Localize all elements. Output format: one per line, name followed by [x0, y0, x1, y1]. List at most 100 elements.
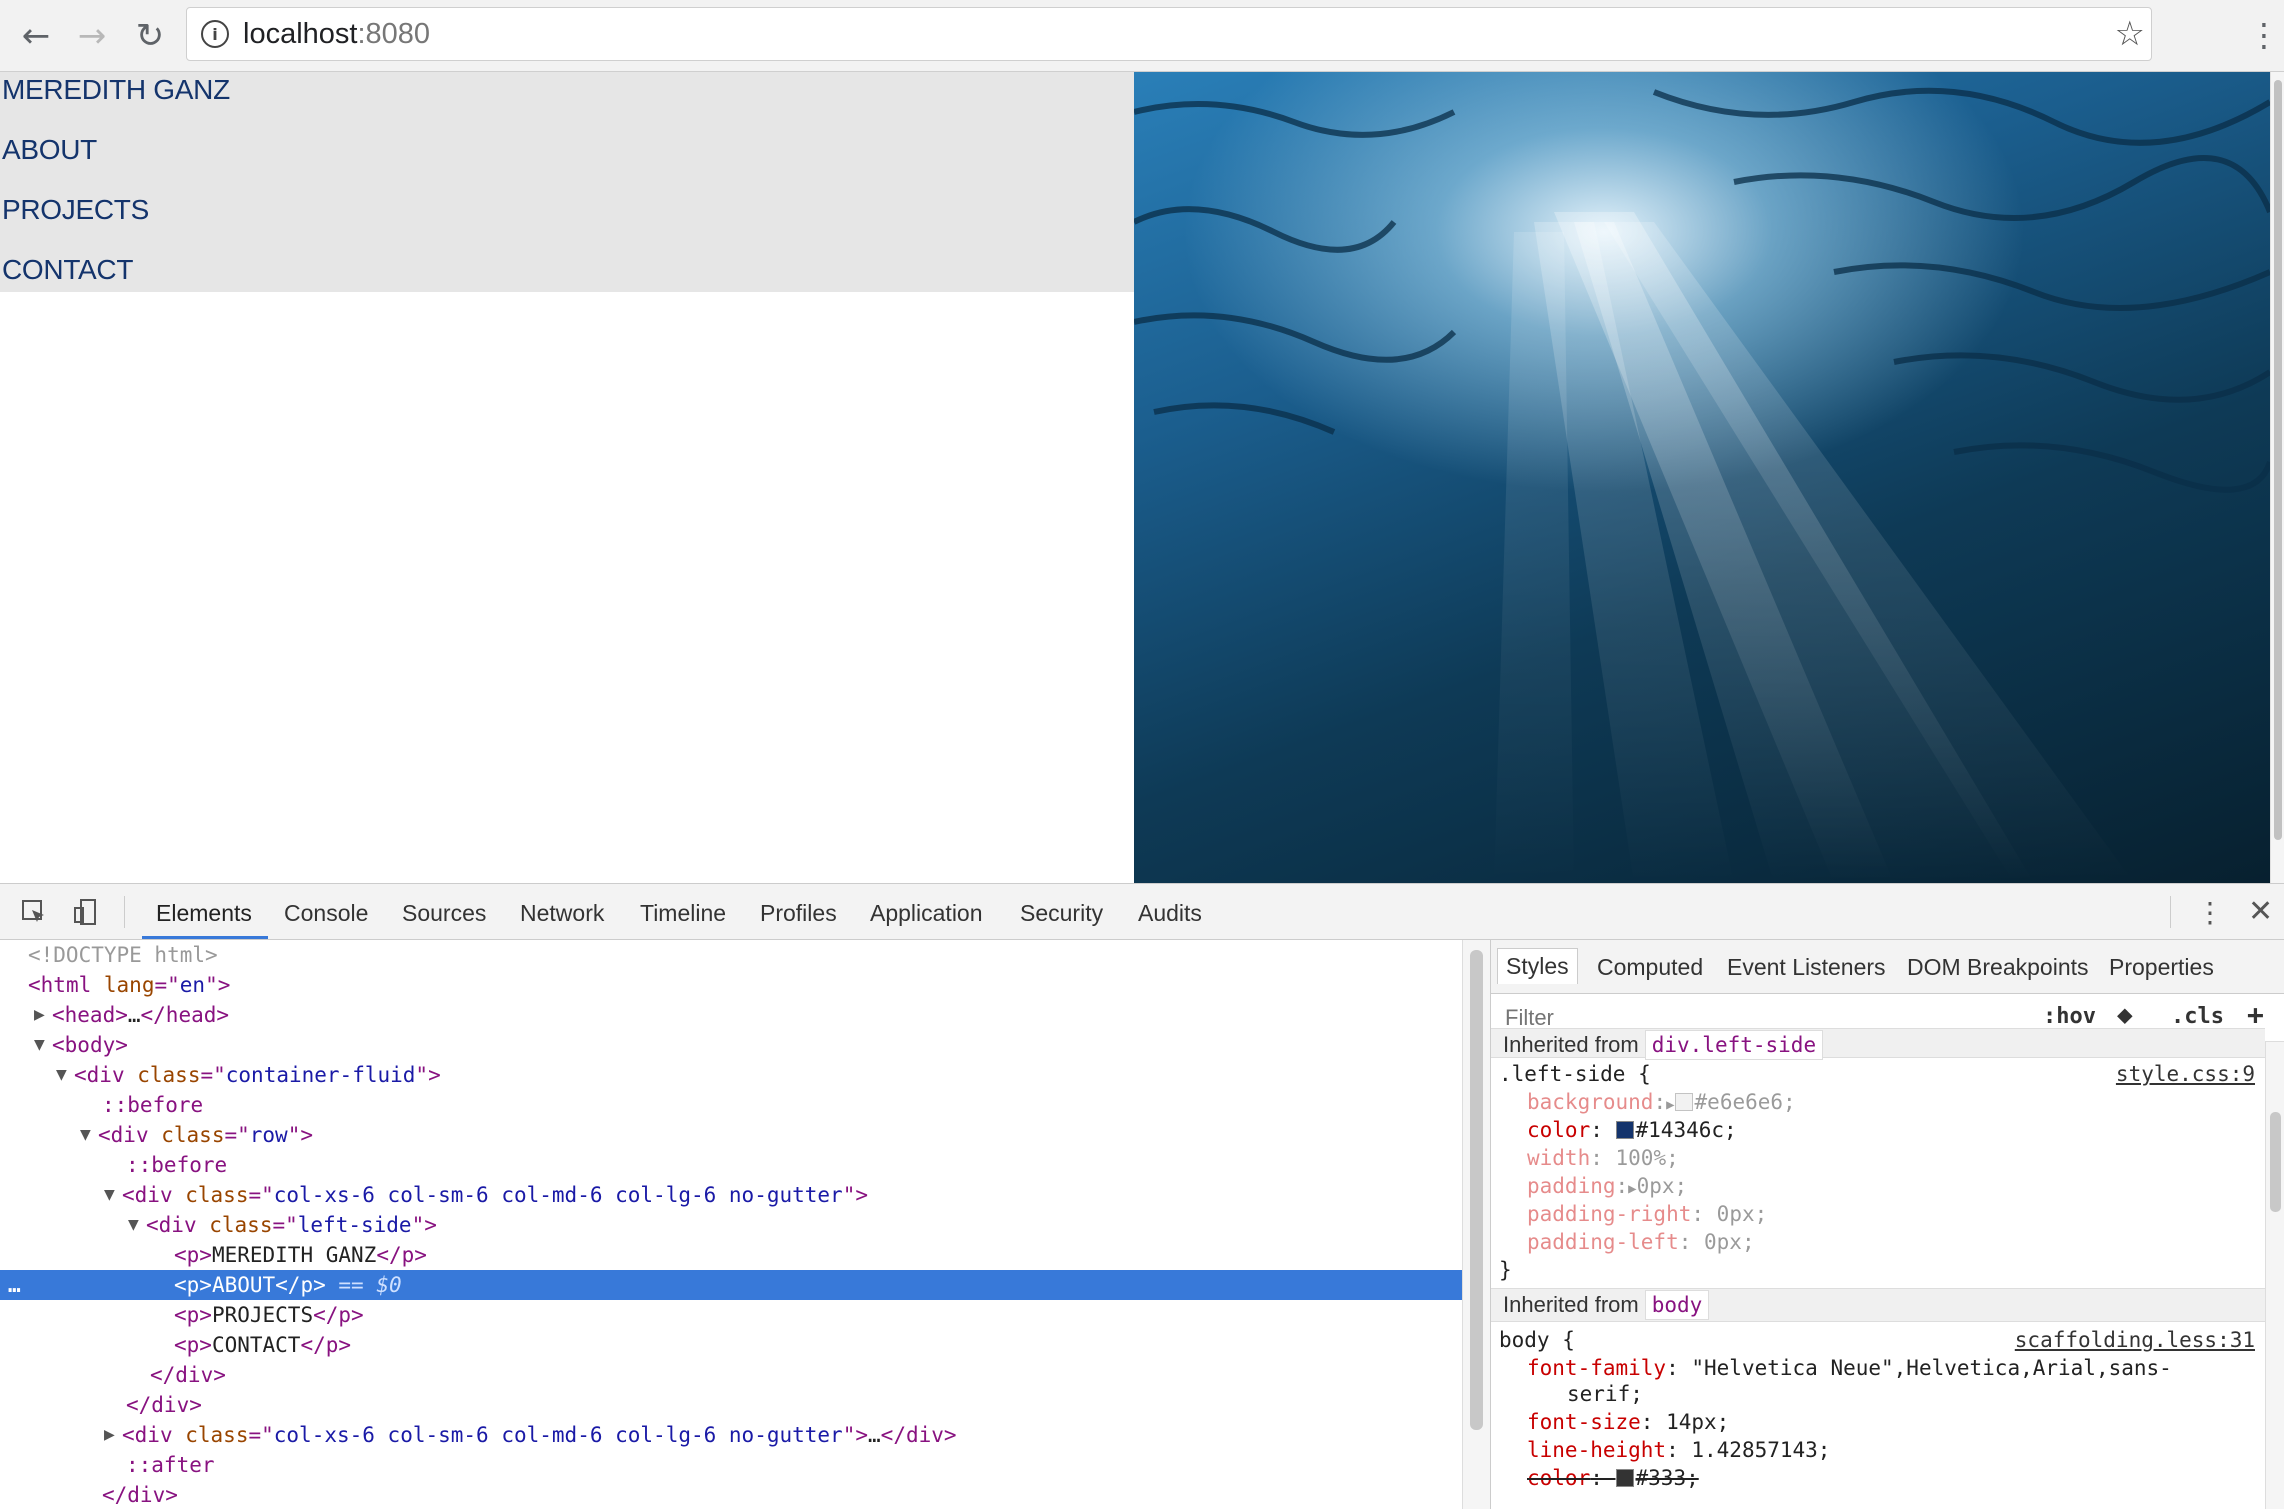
color-swatch[interactable]: [1615, 1469, 1634, 1487]
selected-row-menu-icon[interactable]: …: [8, 1270, 21, 1300]
dom-line-head[interactable]: ▶ <head>…</head>: [0, 1000, 1462, 1030]
source-link-scaffolding-less[interactable]: scaffolding.less:31: [2015, 1326, 2255, 1354]
tab-network[interactable]: Network: [520, 900, 604, 927]
dom-tree-scrollbar[interactable]: [1462, 940, 1490, 1509]
collapse-triangle-icon[interactable]: ▼: [80, 1120, 91, 1150]
nav-link-projects[interactable]: PROJECTS: [2, 192, 149, 228]
prop-padding-left[interactable]: padding-left: 0px;: [1527, 1228, 1755, 1256]
tab-profiles[interactable]: Profiles: [760, 900, 837, 927]
back-arrow-icon[interactable]: ←: [14, 14, 58, 58]
class-attr: class: [209, 1213, 273, 1237]
dom-tree-scrollbar-thumb[interactable]: [1470, 950, 1483, 1430]
tab-styles[interactable]: Styles: [1497, 948, 1578, 984]
dom-line-close-col[interactable]: </div>: [0, 1390, 1462, 1420]
dom-line-close-left-side[interactable]: </div>: [0, 1360, 1462, 1390]
prop-value: #e6e6e6: [1694, 1090, 1784, 1114]
dom-line-body[interactable]: ▼ <body>: [0, 1030, 1462, 1060]
page-scrollbar[interactable]: [2270, 72, 2284, 883]
dom-line-before-2[interactable]: ::before: [0, 1150, 1462, 1180]
dom-line-container[interactable]: ▼ <div class="container-fluid">: [0, 1060, 1462, 1090]
collapse-triangle-icon[interactable]: ▼: [104, 1180, 115, 1210]
nav-link-meredith-ganz[interactable]: MEREDITH GANZ: [2, 72, 230, 108]
tab-audits[interactable]: Audits: [1138, 900, 1202, 927]
dom-line-p-contact[interactable]: <p>CONTACT</p>: [0, 1330, 1462, 1360]
dom-line-doctype[interactable]: <!DOCTYPE html>: [0, 940, 1462, 970]
device-toolbar-icon[interactable]: [72, 898, 100, 926]
tab-security[interactable]: Security: [1020, 900, 1103, 927]
dom-line-left-side[interactable]: ▼ <div class="left-side">: [0, 1210, 1462, 1240]
tab-dom-breakpoints[interactable]: DOM Breakpoints: [1907, 954, 2089, 981]
kebab-menu-icon[interactable]: ⋮: [2248, 16, 2280, 54]
inherited-chip-left-side[interactable]: div.left-side: [1644, 1030, 1824, 1060]
prop-value: 0px;: [1636, 1174, 1688, 1198]
tab-application[interactable]: Application: [870, 900, 983, 927]
tab-console[interactable]: Console: [284, 900, 368, 927]
prop-line-height[interactable]: line-height: 1.42857143;: [1527, 1436, 1830, 1464]
prop-font-size[interactable]: font-size: 14px;: [1527, 1408, 1729, 1436]
inherited-chip-body[interactable]: body: [1644, 1290, 1710, 1320]
tab-timeline[interactable]: Timeline: [640, 900, 726, 927]
expand-triangle-icon[interactable]: ▶: [104, 1420, 115, 1450]
dom-line-row[interactable]: ▼ <div class="row">: [0, 1120, 1462, 1150]
expand-triangle-icon[interactable]: ▶: [1666, 1097, 1674, 1113]
div-tag: div: [110, 1123, 149, 1147]
styles-scrollbar-thumb[interactable]: [2270, 1112, 2281, 1212]
div-tag: div: [134, 1423, 173, 1447]
expand-triangle-icon[interactable]: ▶: [1628, 1181, 1636, 1197]
styles-scrollbar[interactable]: [2265, 1042, 2284, 1509]
collapse-triangle-icon[interactable]: ▼: [128, 1210, 139, 1240]
collapse-triangle-icon[interactable]: ▼: [56, 1060, 67, 1090]
p-text: MEREDITH GANZ: [211, 1243, 377, 1267]
dom-line-before[interactable]: ::before: [0, 1090, 1462, 1120]
source-link-style-css[interactable]: style.css:9: [2116, 1060, 2255, 1088]
selected-node-ref: == $0: [338, 1273, 402, 1297]
tab-properties[interactable]: Properties: [2109, 954, 2214, 981]
devtools-more-icon[interactable]: ⋮: [2196, 896, 2224, 929]
color-swatch[interactable]: [1674, 1093, 1693, 1111]
page-scrollbar-thumb[interactable]: [2274, 80, 2282, 840]
prop-font-family-wrap: serif;: [1567, 1382, 1643, 1406]
reload-icon[interactable]: ↻: [128, 14, 172, 58]
rule-left-side-selector[interactable]: .left-side {style.css:9: [1499, 1060, 2259, 1088]
prop-padding-right[interactable]: padding-right: 0px;: [1527, 1200, 1767, 1228]
address-bar[interactable]: i localhost:8080 ☆: [186, 7, 2152, 61]
prop-color-overridden[interactable]: color: #333;: [1527, 1464, 1699, 1492]
devtools-close-icon[interactable]: ✕: [2248, 894, 2273, 929]
dom-line-p-about-selected[interactable]: … <p>ABOUT</p> == $0: [0, 1270, 1462, 1300]
tab-sources[interactable]: Sources: [402, 900, 486, 927]
prop-padding[interactable]: padding:▶0px;: [1527, 1172, 1687, 1200]
devtools-tabbar: Elements Console Sources Network Timelin…: [0, 884, 2284, 940]
dom-line-col-2[interactable]: ▶ <div class="col-xs-6 col-sm-6 col-md-6 …: [0, 1420, 1462, 1450]
dom-line-p-meredith[interactable]: <p>MEREDITH GANZ</p>: [0, 1240, 1462, 1270]
tab-computed[interactable]: Computed: [1597, 954, 1703, 981]
prop-width[interactable]: width: 100%;: [1527, 1144, 1679, 1172]
element-classes-diamond-icon[interactable]: ◆: [2117, 1000, 2133, 1030]
dom-line-p-projects[interactable]: <p>PROJECTS</p>: [0, 1300, 1462, 1330]
new-style-rule-plus-icon[interactable]: +: [2247, 998, 2264, 1031]
prop-color[interactable]: color: #14346c;: [1527, 1116, 1737, 1144]
nav-link-about[interactable]: ABOUT: [2, 132, 97, 168]
nav-link-contact[interactable]: CONTACT: [2, 252, 133, 288]
dom-line-col-1[interactable]: ▼ <div class="col-xs-6 col-sm-6 col-md-6 …: [0, 1180, 1462, 1210]
expand-triangle-icon[interactable]: ▶: [34, 1000, 45, 1030]
tab-event-listeners[interactable]: Event Listeners: [1727, 954, 1886, 981]
info-icon[interactable]: i: [201, 20, 229, 48]
prop-font-family[interactable]: font-family: "Helvetica Neue",Helvetica,…: [1527, 1354, 2172, 1382]
dom-line-close-row[interactable]: </div>: [0, 1480, 1462, 1509]
tab-elements[interactable]: Elements: [156, 900, 252, 927]
active-tab-indicator: [142, 936, 268, 939]
inspect-element-icon[interactable]: [20, 898, 48, 926]
class-toggle[interactable]: .cls: [2171, 1004, 2224, 1029]
star-icon[interactable]: ☆: [2115, 14, 2145, 54]
prop-background[interactable]: background:▶ #e6e6e6;: [1527, 1088, 1796, 1116]
dom-tree: <!DOCTYPE html> <html lang="en"> ▶ <head>…: [0, 940, 1462, 1509]
rule-body-selector[interactable]: body {scaffolding.less:31: [1499, 1326, 2259, 1354]
browser-toolbar: ← → ↻ i localhost:8080 ☆ ⋮: [0, 0, 2284, 72]
dom-line-html[interactable]: <html lang="en">: [0, 970, 1462, 1000]
collapse-triangle-icon[interactable]: ▼: [34, 1030, 45, 1060]
dom-line-after[interactable]: ::after: [0, 1450, 1462, 1480]
page-viewport: MEREDITH GANZ ABOUT PROJECTS CONTACT: [0, 72, 2270, 883]
color-swatch[interactable]: [1615, 1121, 1634, 1139]
hover-state-toggle[interactable]: :hov: [2043, 1004, 2096, 1029]
forward-arrow-icon[interactable]: →: [70, 14, 114, 58]
